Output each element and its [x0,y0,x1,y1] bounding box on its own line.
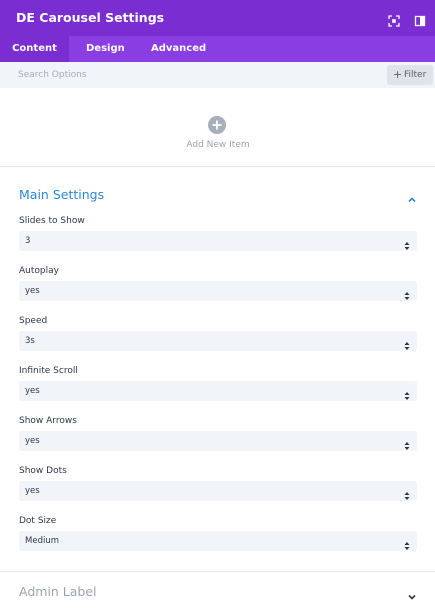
add-new-item-button[interactable]: Add New Item [180,114,256,156]
plus-icon: + [393,68,403,81]
expand-icon[interactable] [388,12,400,27]
select-arrows-icon [404,536,410,550]
add-new-item-label: Add New Item [186,140,250,150]
tab-bar: Content Design Advanced [0,36,435,62]
show-arrows-label: Show Arrows [19,416,77,426]
divider [0,166,435,167]
slides-to-show-label: Slides to Show [19,216,85,226]
show-arrows-select[interactable]: yes [19,431,417,451]
select-arrows-icon [404,386,410,400]
autoplay-select[interactable]: yes [19,281,417,301]
speed-select[interactable]: 3s [19,331,417,351]
slides-to-show-select[interactable]: 3 [19,231,417,251]
filter-button-label: Filter [404,70,427,80]
modal-title: DE Carousel Settings [16,10,165,25]
show-dots-select[interactable]: yes [19,481,417,501]
tab-content[interactable]: Content [0,36,69,62]
chevron-down-icon[interactable] [407,587,417,600]
speed-value: 3s [25,336,35,346]
select-arrows-icon [404,286,410,300]
infinite-scroll-value: yes [25,386,40,396]
modal-header: DE Carousel Settings [0,0,435,36]
divider [0,571,435,572]
speed-label: Speed [19,316,48,326]
search-input[interactable] [0,62,370,88]
show-dots-label: Show Dots [19,466,67,476]
select-arrows-icon [404,486,410,500]
chevron-up-icon[interactable] [407,190,417,203]
show-dots-value: yes [25,486,40,496]
add-circle-icon [208,116,226,134]
main-settings-title[interactable]: Main Settings [19,187,104,202]
search-bar: + Filter [0,62,435,88]
tab-design[interactable]: Design [86,36,125,62]
sidebar-toggle-icon[interactable] [414,12,426,27]
admin-label-title[interactable]: Admin Label [19,584,97,599]
autoplay-value: yes [25,286,40,296]
dot-size-label: Dot Size [19,516,57,526]
show-arrows-value: yes [25,436,40,446]
dot-size-select[interactable]: Medium [19,531,417,551]
filter-button[interactable]: + Filter [387,65,433,85]
dot-size-value: Medium [25,536,59,546]
slides-to-show-value: 3 [25,236,31,246]
infinite-scroll-label: Infinite Scroll [19,366,78,376]
infinite-scroll-select[interactable]: yes [19,381,417,401]
select-arrows-icon [404,336,410,350]
tab-advanced[interactable]: Advanced [151,36,206,62]
autoplay-label: Autoplay [19,266,59,276]
select-arrows-icon [404,436,410,450]
select-arrows-icon [404,236,410,250]
